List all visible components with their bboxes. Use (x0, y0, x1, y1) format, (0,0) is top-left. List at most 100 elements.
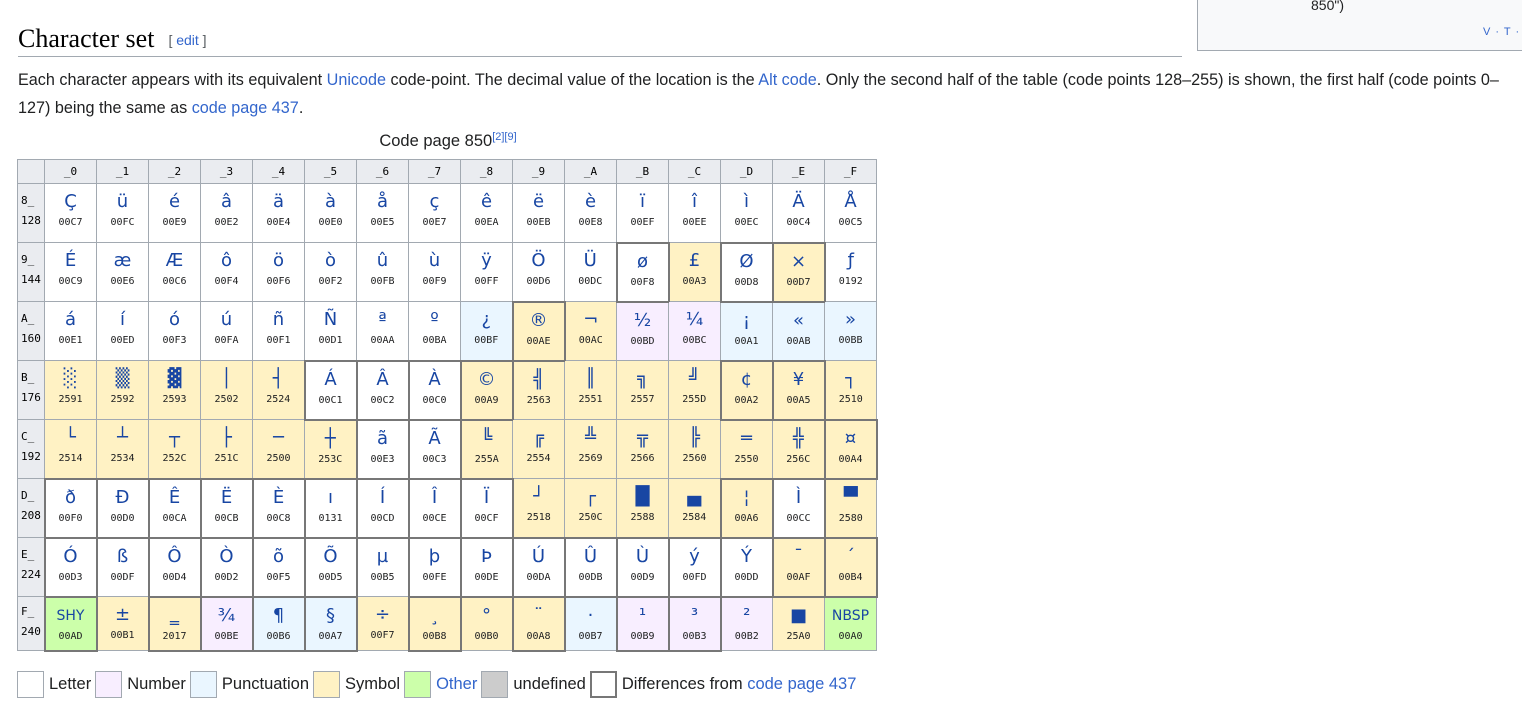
char-cell[interactable]: NBSP 00A0 (824, 596, 877, 651)
char-glyph[interactable]: SHY (46, 598, 96, 630)
char-glyph[interactable]: ╠ (669, 420, 720, 452)
char-glyph[interactable]: ╣ (514, 362, 565, 394)
char-glyph[interactable]: ¨ (514, 598, 564, 630)
char-glyph[interactable]: ┬ (149, 420, 200, 452)
char-glyph[interactable]: Å (825, 184, 876, 216)
alt-code-link[interactable]: Alt code (758, 71, 817, 89)
char-glyph[interactable]: é (149, 184, 200, 216)
char-cell[interactable]: ¶ 00B6 (251, 595, 306, 652)
char-glyph[interactable]: ┴ (97, 420, 148, 452)
char-cell[interactable]: ø 00F8 (615, 241, 670, 303)
char-glyph[interactable]: ¡ (721, 303, 772, 335)
char-glyph[interactable]: ý (670, 539, 720, 571)
char-glyph[interactable]: ë (513, 184, 564, 216)
char-cell[interactable]: ² 00B2 (720, 596, 773, 651)
char-cell[interactable]: ¾ 00BE (199, 595, 254, 652)
char-glyph[interactable]: ü (97, 184, 148, 216)
char-cell[interactable]: £00A3 (668, 242, 721, 302)
char-cell[interactable]: Ø 00D8 (719, 241, 774, 303)
char-glyph[interactable]: Ý (722, 539, 772, 571)
char-cell[interactable]: ³ 00B3 (667, 595, 722, 652)
char-glyph[interactable]: Ê (150, 480, 200, 512)
char-glyph[interactable]: Ö (513, 243, 564, 275)
char-cell[interactable]: ó 00F3 (148, 301, 201, 361)
char-cell[interactable]: Õ 00D5 (303, 536, 358, 598)
char-glyph[interactable]: ¿ (461, 302, 512, 334)
char-cell[interactable]: º 00BA (408, 301, 461, 361)
char-glyph[interactable]: ▀ (826, 480, 877, 512)
char-cell[interactable]: ┬ 252C (148, 419, 201, 479)
char-cell[interactable]: ë 00EB (512, 183, 565, 243)
char-glyph[interactable]: ê (461, 184, 512, 216)
char-glyph[interactable]: ® (514, 303, 564, 335)
char-cell[interactable]: ▓ 2593 (148, 360, 201, 420)
char-cell[interactable]: ±00B1 (96, 596, 149, 651)
char-cell[interactable]: ╠ 2560 (668, 419, 721, 479)
char-cell[interactable]: î 00EE (668, 183, 721, 243)
legend-other-link[interactable]: Other (436, 675, 477, 694)
char-glyph[interactable]: ¾ (202, 598, 252, 630)
char-cell[interactable]: ÷ 00F7 (356, 596, 409, 651)
char-glyph[interactable]: É (45, 243, 96, 275)
char-cell[interactable]: ╗ 2557 (616, 360, 669, 420)
char-cell[interactable]: ╚ 255A (460, 419, 513, 479)
char-cell[interactable]: Ì 00CC (771, 477, 826, 539)
char-glyph[interactable]: Õ (306, 539, 356, 571)
char-cell[interactable]: Å 00C5 (824, 183, 877, 243)
char-cell[interactable]: ╔ 2554 (512, 419, 565, 479)
char-cell[interactable]: Ä 00C4 (772, 183, 825, 243)
char-cell[interactable]: ã 00E3 (355, 418, 410, 480)
char-glyph[interactable]: Ú (514, 539, 564, 571)
char-cell[interactable]: ┼ 253C (304, 419, 357, 479)
char-cell[interactable]: ¬ 00AC (564, 301, 617, 361)
char-glyph[interactable]: » (825, 302, 876, 334)
char-glyph[interactable]: ├ (201, 420, 252, 452)
char-glyph[interactable]: █ (617, 479, 668, 511)
char-cell[interactable]: ° 00B0 (460, 596, 513, 651)
char-cell[interactable]: ‗ 2017 (147, 595, 202, 652)
char-cell[interactable]: ╝ 255D (668, 360, 721, 420)
char-cell[interactable]: Á 00C1 (303, 359, 358, 421)
char-glyph[interactable]: ò (305, 243, 356, 275)
char-glyph[interactable]: · (566, 598, 616, 630)
char-glyph[interactable]: ▄ (669, 479, 720, 511)
char-glyph[interactable]: Ä (773, 184, 824, 216)
char-glyph[interactable]: ¯ (774, 539, 824, 571)
char-cell[interactable]: Ü 00DC (564, 242, 617, 302)
char-glyph[interactable]: ─ (253, 420, 304, 452)
char-glyph[interactable]: ı (306, 480, 356, 512)
char-cell[interactable]: ¼ 00BC (668, 301, 721, 361)
char-glyph[interactable]: ¤ (826, 421, 876, 453)
char-cell[interactable]: ä 00E4 (252, 183, 305, 243)
char-cell[interactable]: │ 2502 (200, 360, 253, 420)
char-cell[interactable]: ╩ 2569 (564, 419, 617, 479)
char-glyph[interactable]: ═ (721, 421, 772, 453)
char-glyph[interactable]: î (669, 184, 720, 216)
char-cell[interactable]: é 00E9 (148, 183, 201, 243)
char-glyph[interactable]: µ (358, 539, 408, 571)
char-glyph[interactable]: × (774, 244, 824, 276)
char-glyph[interactable]: ¥ (774, 362, 824, 394)
char-cell[interactable]: è 00E8 (564, 183, 617, 243)
char-cell[interactable]: ┐ 2510 (824, 360, 877, 420)
char-glyph[interactable]: ½ (617, 303, 668, 335)
char-glyph[interactable]: º (409, 302, 460, 334)
char-cell[interactable]: È 00C8 (251, 477, 306, 539)
char-cell[interactable]: À 00C0 (407, 359, 462, 421)
char-glyph[interactable]: ┼ (305, 421, 356, 453)
char-cell[interactable]: ¦ 00A6 (719, 477, 774, 539)
char-glyph[interactable]: Ï (462, 480, 512, 512)
char-cell[interactable]: ÿ 00FF (460, 242, 513, 302)
char-glyph[interactable]: ² (722, 598, 773, 630)
char-cell[interactable]: ß 00DF (96, 537, 149, 597)
char-cell[interactable]: » 00BB (824, 301, 877, 361)
char-cell[interactable]: ─ 2500 (252, 419, 305, 479)
char-cell[interactable]: ù 00F9 (408, 242, 461, 302)
char-glyph[interactable]: ù (409, 243, 460, 275)
char-cell[interactable]: Ù 00D9 (615, 536, 670, 598)
char-glyph[interactable]: ª (357, 302, 408, 334)
char-cell[interactable]: Ï 00CF (459, 477, 514, 539)
char-glyph[interactable]: ╦ (617, 420, 668, 452)
char-cell[interactable]: Û 00DB (563, 536, 618, 598)
char-glyph[interactable]: Ã (410, 421, 460, 453)
